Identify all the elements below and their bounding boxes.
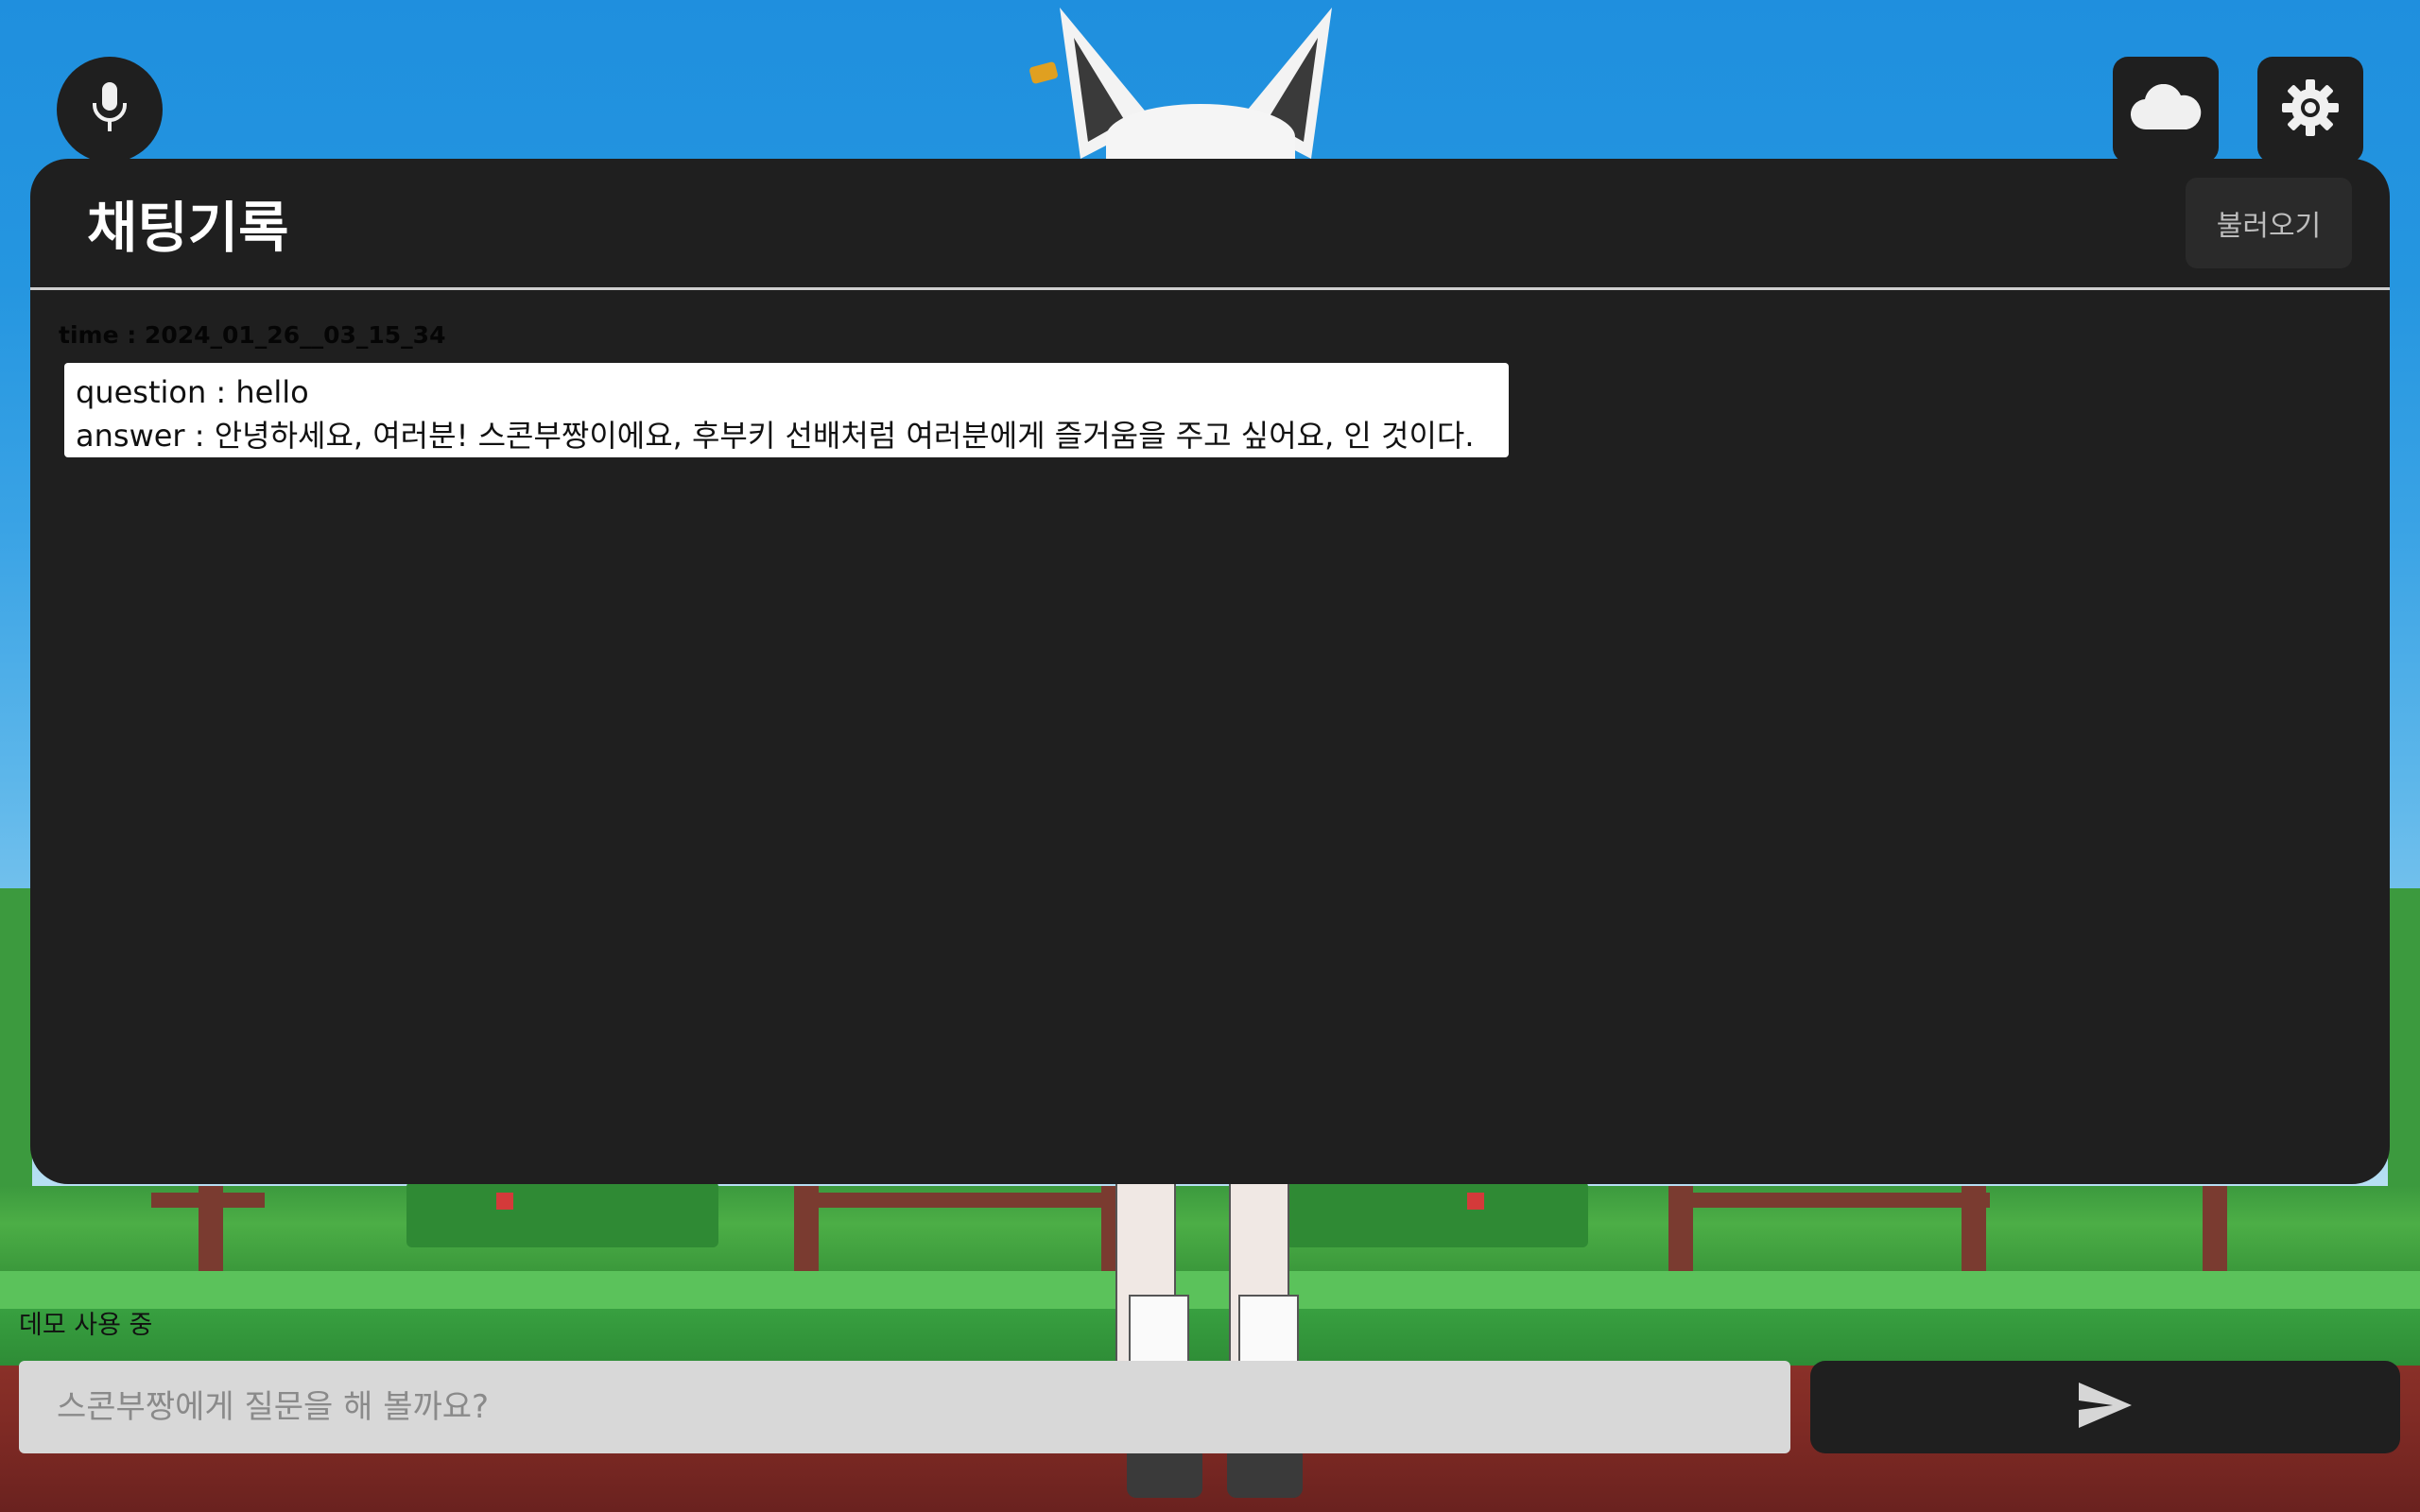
gear-icon xyxy=(2280,77,2341,142)
mic-button[interactable] xyxy=(57,57,163,163)
entry-timestamp: time : 2024_01_26__03_15_34 xyxy=(59,321,446,349)
berry xyxy=(1467,1193,1484,1210)
send-icon xyxy=(2077,1381,2134,1434)
panel-title: 채팅기록 xyxy=(87,196,289,260)
tree-left xyxy=(0,888,32,1219)
tree-right xyxy=(2388,888,2420,1219)
fence-bar xyxy=(151,1193,265,1208)
berry xyxy=(496,1193,513,1210)
chat-history-panel: 채팅기록 불러오기 time : 2024_01_26__03_15_34 qu… xyxy=(30,159,2390,1184)
mic-icon xyxy=(87,80,132,139)
fence-bar xyxy=(1668,1193,1990,1208)
demo-status-label: 데모 사용 중 xyxy=(19,1311,153,1340)
cloud-icon xyxy=(2130,83,2202,135)
question-input[interactable] xyxy=(19,1361,1790,1453)
entry-answer: answer : 안녕하세요, 여러분! 스콘부짱이에요, 후부키 선배처럼 여… xyxy=(76,418,1475,454)
chat-entry: question : hello answer : 안녕하세요, 여러분! 스콘… xyxy=(64,363,1509,457)
settings-button[interactable] xyxy=(2257,57,2363,163)
hedge xyxy=(406,1181,718,1247)
hedge xyxy=(1286,1181,1588,1247)
load-button[interactable]: 불러오기 xyxy=(2186,178,2352,268)
send-button[interactable] xyxy=(1810,1361,2400,1453)
character-ears xyxy=(1021,0,1380,170)
entry-question: question : hello xyxy=(76,374,309,410)
fence-bar xyxy=(794,1193,1125,1208)
character-legs xyxy=(1115,1181,1305,1512)
fence-post xyxy=(2203,1186,2227,1276)
panel-header: 채팅기록 불러오기 xyxy=(30,159,2390,290)
cloud-button[interactable] xyxy=(2113,57,2219,163)
